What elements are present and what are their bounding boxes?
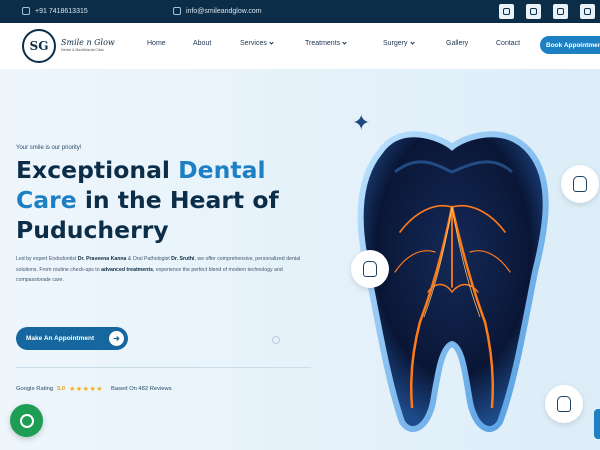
divider: [16, 367, 311, 368]
top-bar: +91 7418613315 info@smileandglow.com: [0, 0, 600, 23]
logo-mark-icon: SG: [22, 29, 56, 63]
nav-item-about[interactable]: About: [193, 40, 211, 47]
chevron-down-icon: [409, 40, 415, 45]
main-nav: SG Smile n Glow Dental & Maxillofacial C…: [0, 23, 600, 69]
hero-headline: Exceptional Dental Care in the Heart of …: [16, 156, 279, 244]
chevron-down-icon: [342, 40, 347, 45]
hero-description: Led by expert Endodontist Dr. Praveena K…: [16, 256, 301, 283]
tooth-badge-icon: [561, 165, 599, 203]
review-count: Based On 482 Reviews: [111, 386, 172, 392]
rating-label: Google Rating: [16, 386, 54, 392]
nav-item-treatments[interactable]: Treatments: [305, 40, 347, 47]
nav-item-gallery[interactable]: Gallery: [446, 40, 468, 47]
phone-contact[interactable]: +91 7418613315: [22, 7, 88, 15]
phone-number[interactable]: +91 7418613315: [35, 8, 88, 15]
sparkle-icon: ✦: [352, 110, 371, 135]
logo-name: Smile n Glow: [61, 38, 115, 48]
rating-value: 5.0: [57, 386, 66, 392]
whatsapp-icon[interactable]: [10, 404, 43, 437]
email-contact[interactable]: info@smileandglow.com: [173, 7, 262, 15]
nav-item-surgery[interactable]: Surgery: [383, 40, 415, 47]
phone-icon: [22, 7, 30, 15]
youtube-icon[interactable]: [526, 4, 541, 19]
google-icon[interactable]: [580, 4, 595, 19]
nav-item-services[interactable]: Services: [240, 40, 274, 47]
mail-icon: [173, 7, 181, 15]
side-tab[interactable]: [594, 409, 600, 439]
tooth-badge-icon: [351, 250, 389, 288]
decorative-ring: [272, 336, 280, 344]
logo[interactable]: SG Smile n Glow Dental & Maxillofacial C…: [22, 28, 122, 64]
instagram-icon[interactable]: [553, 4, 568, 19]
arrow-right-icon: ➜: [109, 331, 124, 346]
facebook-icon[interactable]: [499, 4, 514, 19]
hero-tagline: Your smile is our priority!: [16, 145, 82, 151]
google-rating: Google Rating 5.0 ★★★★★ Based On 482 Rev…: [16, 385, 172, 393]
make-appointment-button[interactable]: Make An Appointment ➜: [16, 327, 128, 350]
star-icons: ★★★★★: [69, 386, 104, 393]
nav-item-contact[interactable]: Contact: [496, 40, 520, 47]
tooth-badge-icon: [545, 385, 583, 423]
book-appointment-button[interactable]: Book Appointment: [540, 36, 600, 54]
email-address[interactable]: info@smileandglow.com: [186, 8, 262, 15]
logo-subtitle: Dental & Maxillofacial Clinic: [61, 48, 104, 53]
nav-item-home[interactable]: Home: [147, 40, 166, 47]
chevron-down-icon: [269, 40, 274, 45]
